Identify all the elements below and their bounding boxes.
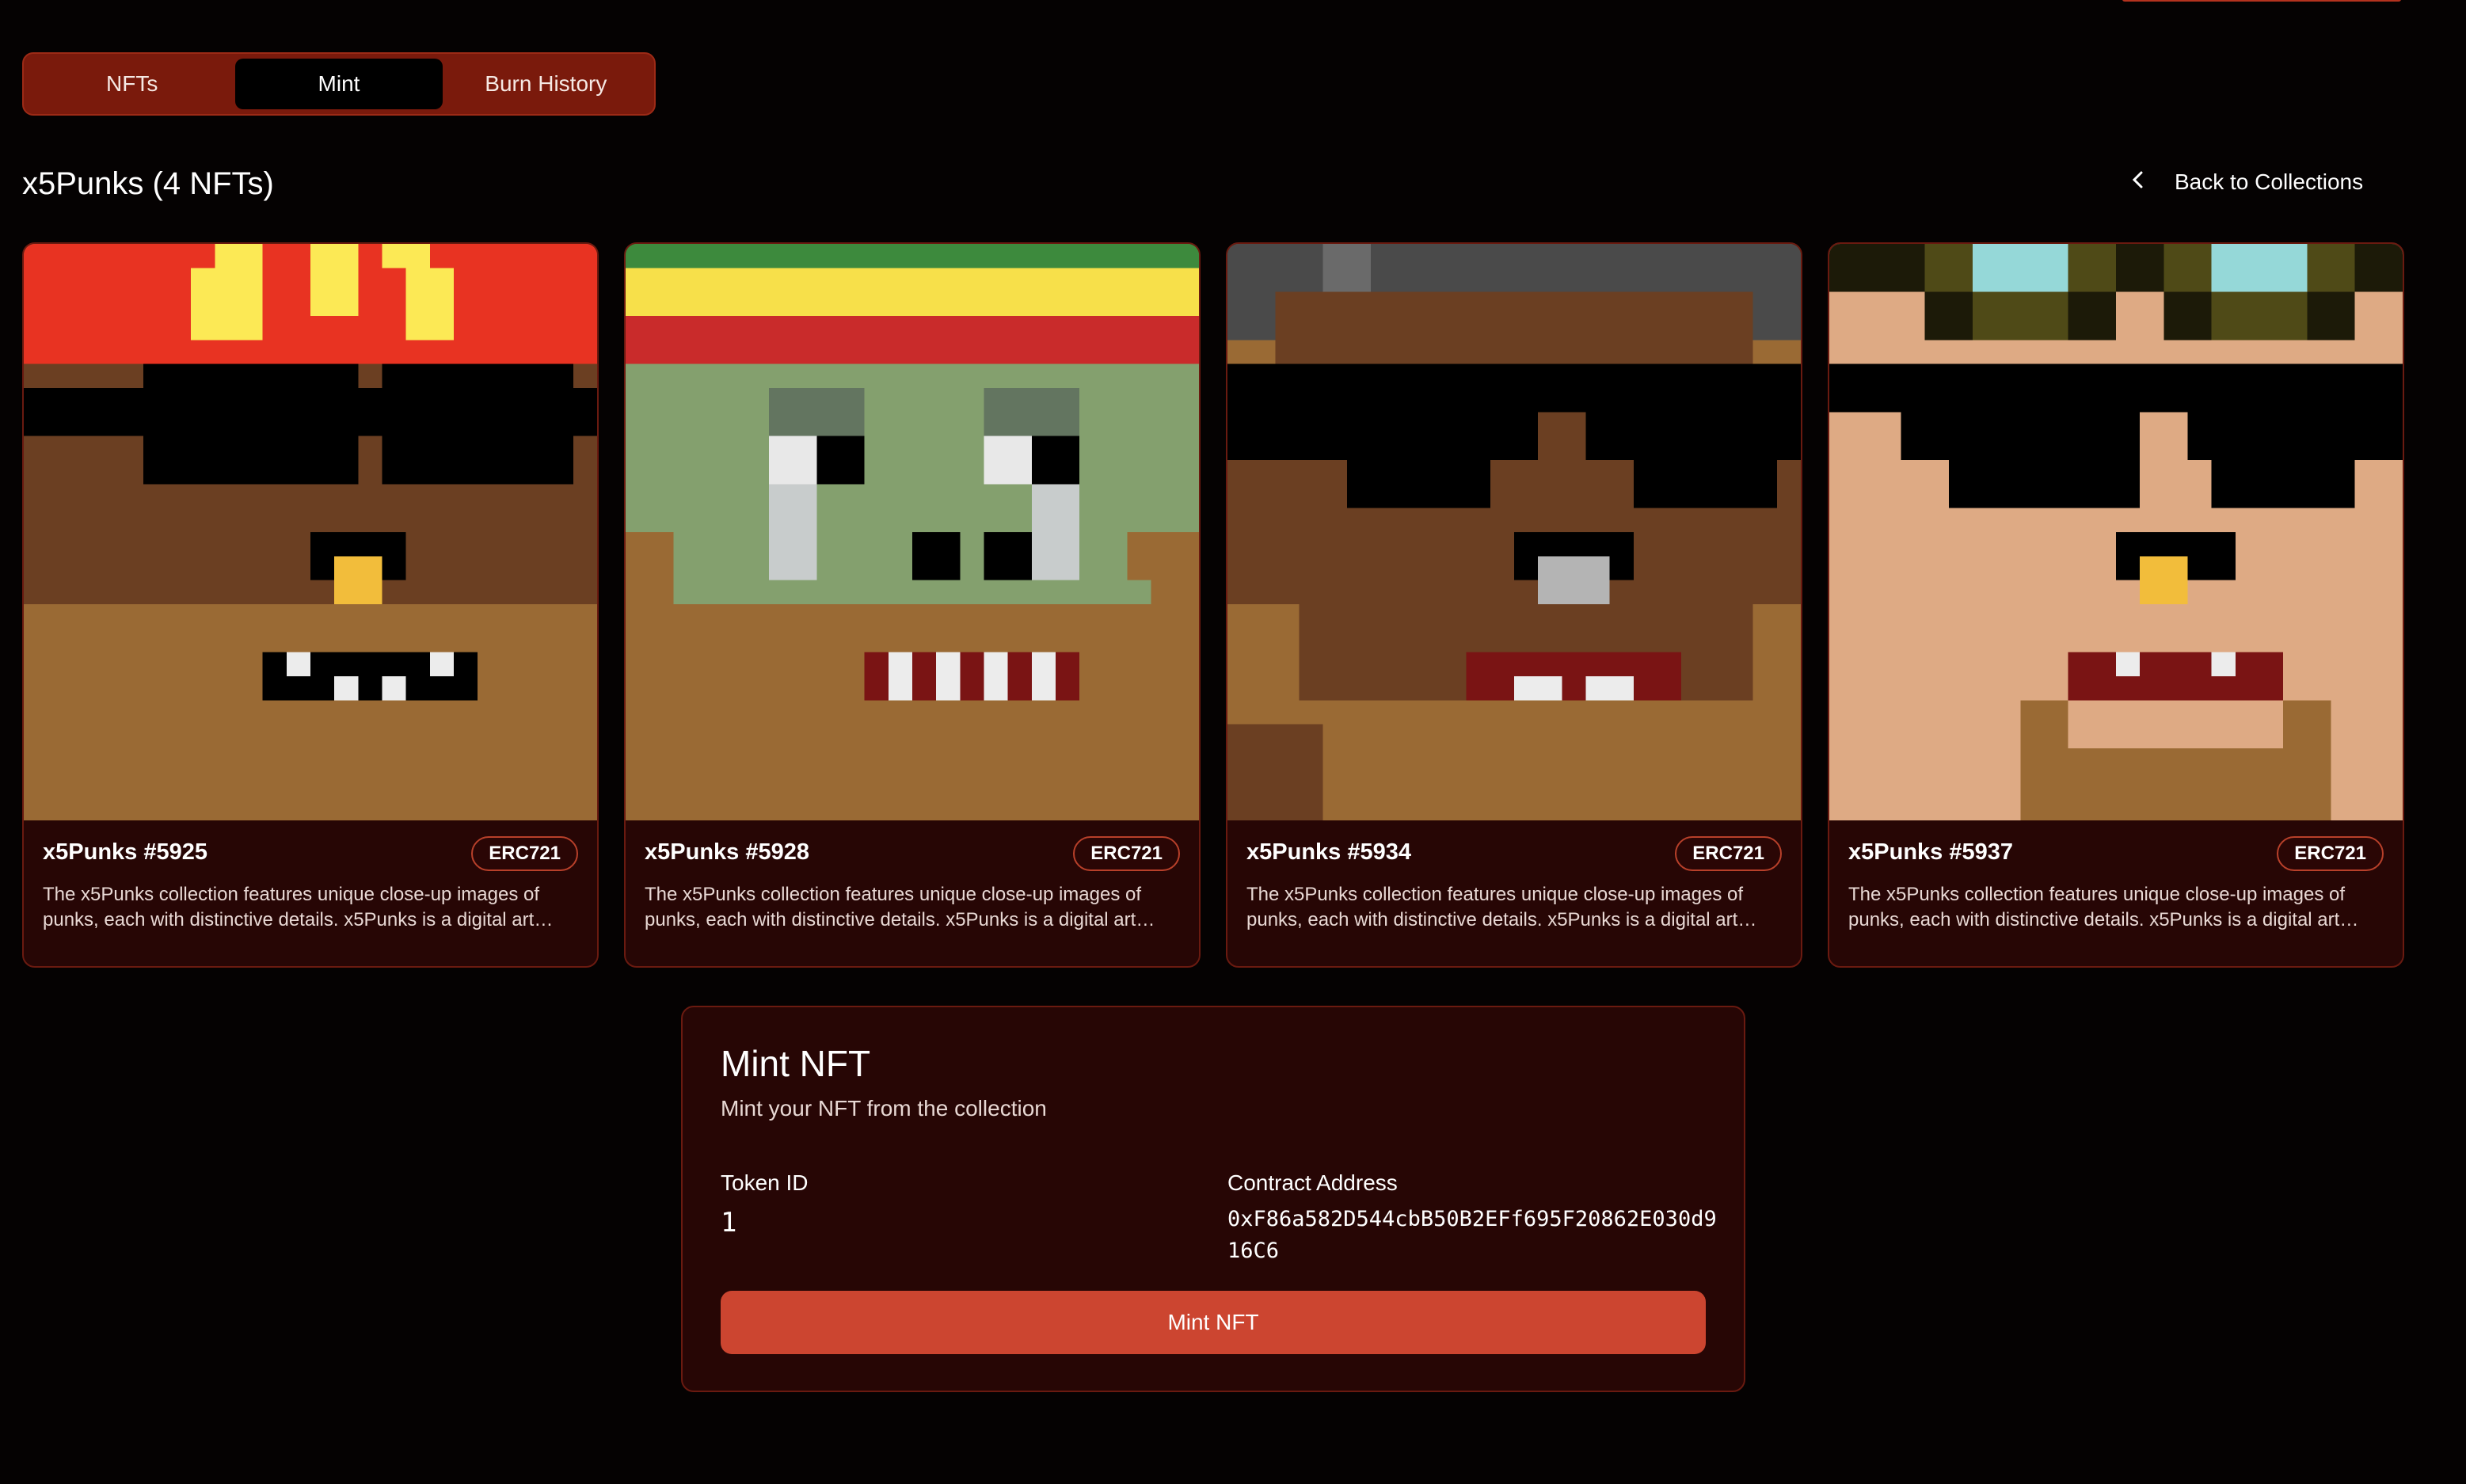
nft-image [626, 244, 1199, 820]
nft-description: The x5Punks collection features unique c… [1848, 884, 2346, 930]
back-label: Back to Collections [2175, 169, 2364, 194]
back-to-collections-button[interactable]: Back to Collections [2130, 169, 2363, 195]
nft-card[interactable]: x5Punks #5934 ERC721 The x5Punks collect… [1226, 242, 1802, 968]
tab-nfts[interactable]: NFTs [29, 59, 235, 109]
nft-image [1227, 244, 1801, 820]
nft-image [24, 244, 597, 820]
nft-description: The x5Punks collection features unique c… [645, 884, 1142, 930]
token-standard-badge: ERC721 [1675, 836, 1782, 871]
contract-address-label: Contract Address [1227, 1170, 1398, 1195]
token-id-label: Token ID [721, 1170, 809, 1195]
nft-image [1829, 244, 2403, 820]
nft-title: x5Punks #5925 [43, 839, 207, 865]
token-standard-badge: ERC721 [471, 836, 578, 871]
mint-title: Mint NFT [721, 1043, 871, 1084]
nft-card[interactable]: x5Punks #5928 ERC721 The x5Punks collect… [624, 242, 1201, 968]
token-id-value: 1 [721, 1207, 737, 1239]
nft-description: The x5Punks collection features unique c… [1246, 884, 1744, 930]
top-accent-bar [2122, 0, 2401, 2]
chevron-left-icon [2130, 169, 2146, 195]
mint-subtitle: Mint your NFT from the collection [721, 1096, 1047, 1121]
mint-panel: Mint NFT Mint your NFT from the collecti… [681, 1006, 1745, 1392]
nft-title: x5Punks #5934 [1246, 839, 1411, 865]
token-standard-badge: ERC721 [2277, 836, 2384, 871]
nft-card[interactable]: x5Punks #5937 ERC721 The x5Punks collect… [1828, 242, 2404, 968]
tab-mint[interactable]: Mint [235, 59, 443, 109]
tab-bar: NFTs Mint Burn History [22, 52, 656, 116]
nft-title: x5Punks #5937 [1848, 839, 2013, 865]
nft-card[interactable]: x5Punks #5925 ERC721 The x5Punks collect… [22, 242, 599, 968]
mint-nft-button[interactable]: Mint NFT [721, 1291, 1706, 1354]
collection-heading: x5Punks (4 NFTs) [22, 166, 274, 201]
token-standard-badge: ERC721 [1073, 836, 1180, 871]
contract-address-value: 0xF86a582D544cbB50B2EFf695F20862E030d916… [1227, 1207, 1717, 1263]
nft-title: x5Punks #5928 [645, 839, 809, 865]
nft-description: The x5Punks collection features unique c… [43, 884, 540, 930]
tab-burn-history[interactable]: Burn History [443, 59, 649, 109]
